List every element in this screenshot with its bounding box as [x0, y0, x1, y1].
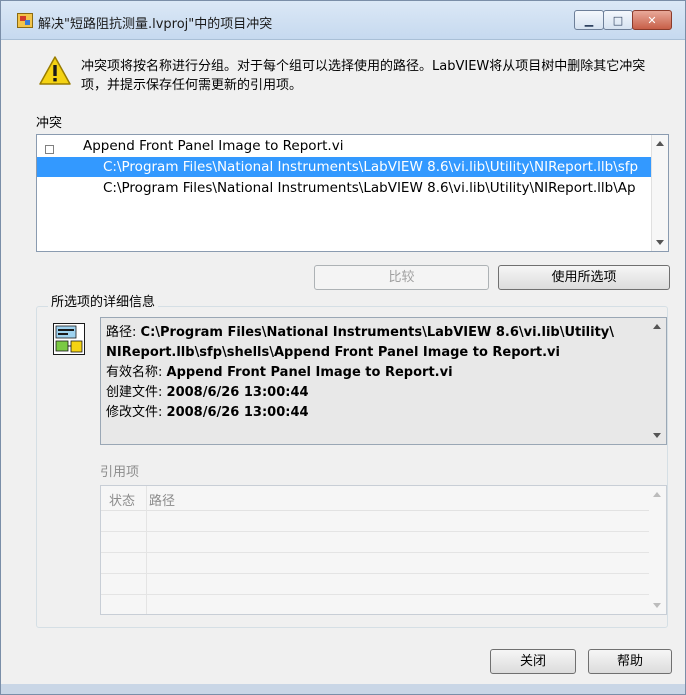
conflict-path-text: C:\Program Files\National Instruments\La…	[103, 180, 636, 196]
detail-created-label: 创建文件:	[106, 385, 163, 400]
minimize-button[interactable]: ▁	[574, 10, 604, 30]
detail-path-label: 路径:	[106, 325, 137, 340]
title-bar[interactable]: 解决"短路阻抗测量.lvproj"中的项目冲突 ▁ □ ✕	[1, 1, 685, 40]
table-row-line	[101, 573, 649, 574]
warning-icon	[39, 56, 71, 85]
scroll-up-icon[interactable]	[653, 324, 661, 329]
vi-file-icon	[53, 323, 85, 355]
detail-modified-value: 2008/6/26 13:00:44	[166, 405, 309, 420]
scroll-up-icon[interactable]	[656, 141, 664, 146]
scroll-down-icon[interactable]	[656, 240, 664, 245]
help-button[interactable]: 帮助	[588, 649, 672, 674]
conflict-list-scrollbar[interactable]	[651, 135, 668, 251]
conflict-list[interactable]: Append Front Panel Image to Report.vi C:…	[36, 134, 669, 252]
detail-path-line-2: NIReport.llb\sfp\shells\Append Front Pan…	[106, 343, 560, 363]
labview-project-icon	[17, 13, 33, 28]
conflict-path-text: C:\Program Files\National Instruments\La…	[103, 159, 639, 175]
table-row-line	[101, 552, 649, 553]
close-button[interactable]: 关闭	[490, 649, 576, 674]
maximize-button[interactable]: □	[603, 10, 633, 30]
scroll-down-icon[interactable]	[653, 433, 661, 438]
references-label: 引用项	[100, 465, 140, 480]
details-textbox[interactable]: 路径: C:\Program Files\National Instrument…	[100, 317, 667, 445]
conflict-path-row-1[interactable]: C:\Program Files\National Instruments\La…	[37, 157, 651, 177]
detail-name-label: 有效名称:	[106, 365, 163, 380]
detail-path-value-1: C:\Program Files\National Instruments\La…	[140, 325, 615, 340]
scroll-down-icon[interactable]	[653, 603, 661, 608]
compare-button[interactable]: 比较	[314, 265, 489, 290]
detail-path-line-1: 路径: C:\Program Files\National Instrument…	[106, 323, 614, 343]
references-scrollbar[interactable]	[649, 486, 666, 614]
details-group-title: 所选项的详细信息	[48, 291, 159, 310]
detail-modified-label: 修改文件:	[106, 405, 163, 420]
detail-modified-line: 修改文件: 2008/6/26 13:00:44	[106, 403, 309, 423]
conflict-group-name: Append Front Panel Image to Report.vi	[83, 138, 344, 154]
table-row-line	[101, 594, 649, 595]
references-table[interactable]: 状态 路径	[100, 485, 667, 615]
scroll-up-icon[interactable]	[653, 492, 661, 497]
conflict-dialog: 解决"短路阻抗测量.lvproj"中的项目冲突 ▁ □ ✕ 冲突项将按名称进行分…	[0, 0, 686, 695]
detail-created-value: 2008/6/26 13:00:44	[166, 385, 309, 400]
use-selected-button[interactable]: 使用所选项	[498, 265, 670, 290]
table-row-line	[101, 531, 649, 532]
conflict-path-row-2[interactable]: C:\Program Files\National Instruments\La…	[37, 178, 651, 198]
window-bottom-edge	[1, 684, 685, 694]
references-header: 状态 路径	[101, 486, 666, 511]
detail-name-line: 有效名称: Append Front Panel Image to Report…	[106, 363, 453, 383]
detail-name-value: Append Front Panel Image to Report.vi	[166, 365, 453, 380]
column-status[interactable]: 状态	[109, 490, 135, 509]
detail-created-line: 创建文件: 2008/6/26 13:00:44	[106, 383, 309, 403]
conflicts-label: 冲突	[36, 116, 63, 131]
details-scrollbar[interactable]	[649, 318, 666, 444]
collapse-icon[interactable]	[45, 145, 54, 154]
column-path[interactable]: 路径	[149, 490, 175, 509]
close-window-button[interactable]: ✕	[632, 10, 672, 30]
detail-path-value-2: NIReport.llb\sfp\shells\Append Front Pan…	[106, 345, 560, 360]
window-title: 解决"短路阻抗测量.lvproj"中的项目冲突	[38, 17, 273, 32]
instruction-message: 冲突项将按名称进行分组。对于每个组可以选择使用的路径。LabVIEW将从项目树中…	[81, 59, 646, 93]
conflict-group-row[interactable]: Append Front Panel Image to Report.vi	[37, 136, 651, 156]
